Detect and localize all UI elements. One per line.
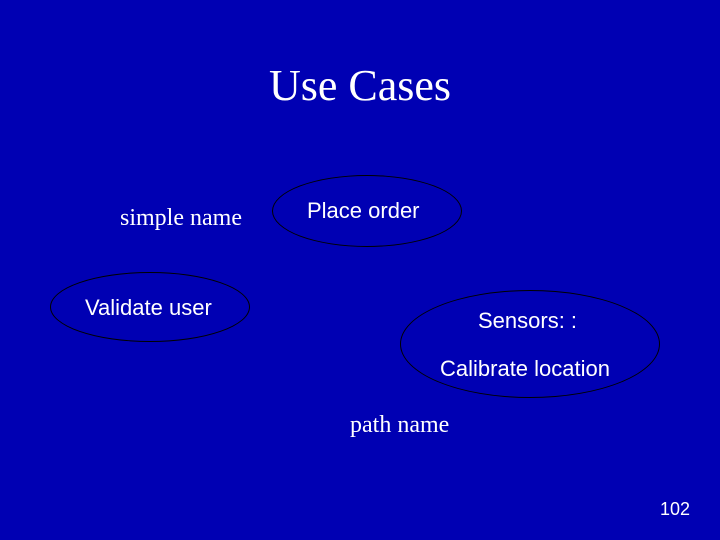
label-simple-name: simple name [120, 205, 242, 232]
usecase-sensors-prefix: Sensors: : [478, 308, 577, 334]
usecase-place-order: Place order [307, 198, 420, 224]
page-number: 102 [660, 499, 690, 520]
usecase-validate-user: Validate user [85, 295, 212, 321]
label-path-name: path name [350, 412, 449, 439]
usecase-calibrate-location: Calibrate location [440, 356, 610, 382]
slide-title: Use Cases [0, 60, 720, 111]
